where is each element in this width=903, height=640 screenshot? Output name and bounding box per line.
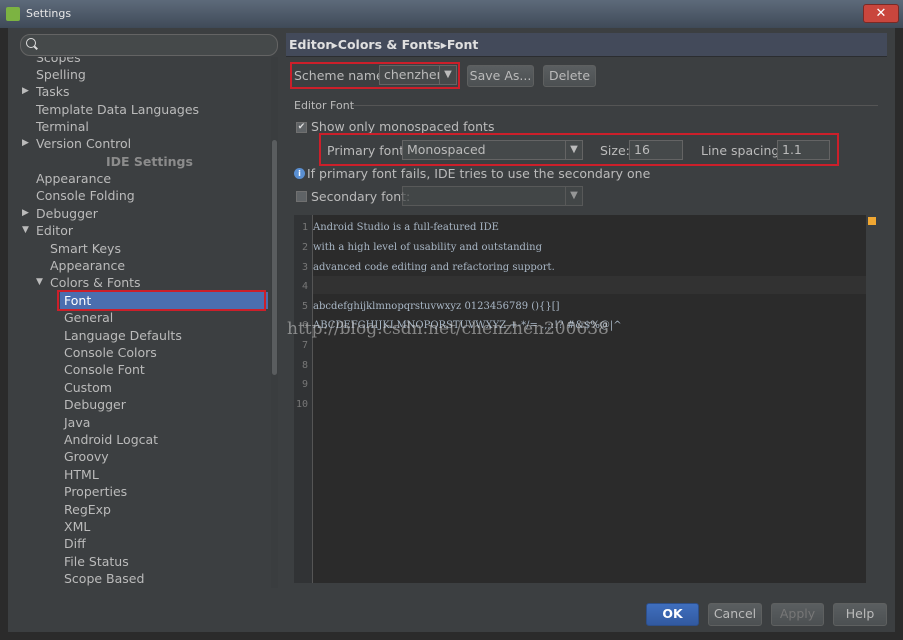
search-icon xyxy=(26,38,36,48)
monospaced-only-label: Show only monospaced fonts xyxy=(311,119,495,134)
preview-line: abcdefghijklmnopqrstuvwxyz 0123456789 ()… xyxy=(313,301,560,312)
tree-item-console-folding[interactable]: Console Folding xyxy=(36,187,135,204)
tree-item-file-status[interactable]: File Status xyxy=(64,553,129,570)
tree-item-spelling[interactable]: Spelling xyxy=(36,66,86,83)
tree-item-colors-debugger[interactable]: Debugger xyxy=(64,396,126,413)
highlight-font-item xyxy=(57,290,266,311)
tree-item-label: Debugger xyxy=(36,206,98,221)
tree-item-editor-appearance[interactable]: Appearance xyxy=(50,257,125,274)
delete-scheme-button[interactable]: Delete xyxy=(543,65,596,87)
expand-arrow-icon[interactable]: ▶ xyxy=(22,83,29,100)
breadcrumb-colors-fonts: Colors & Fonts xyxy=(337,37,441,52)
tree-item-label: Editor xyxy=(36,223,73,238)
tree-item-colors-fonts[interactable]: ▼ Colors & Fonts xyxy=(36,274,141,291)
help-button[interactable]: Help xyxy=(833,603,887,626)
tree-item-label: Tasks xyxy=(36,84,70,99)
tree-item-properties[interactable]: Properties xyxy=(64,483,127,500)
preview-line: advanced code editing and refactoring su… xyxy=(313,262,555,273)
tree-item-console-colors[interactable]: Console Colors xyxy=(64,344,157,361)
tree-item-groovy[interactable]: Groovy xyxy=(64,448,109,465)
tree-item-console-font[interactable]: Console Font xyxy=(64,361,145,378)
close-window-button[interactable]: ✕ xyxy=(863,4,899,23)
breadcrumb: Editor▸Colors & Fonts▸Font xyxy=(289,37,478,52)
tree-item-terminal[interactable]: Terminal xyxy=(36,118,89,135)
secondary-font-select[interactable]: ▼ xyxy=(402,186,583,206)
tree-item-scopes[interactable]: Scopes xyxy=(36,57,81,66)
line-number: 8 xyxy=(301,360,308,371)
preview-line: Android Studio is a full-featured IDE xyxy=(313,222,499,233)
cancel-button[interactable]: Cancel xyxy=(708,603,762,626)
tree-item-scope-based[interactable]: Scope Based xyxy=(64,570,144,587)
android-studio-icon xyxy=(6,7,20,21)
tree-item-custom[interactable]: Custom xyxy=(64,379,112,396)
tree-item-general[interactable]: General xyxy=(64,309,113,326)
tree-item-label: Colors & Fonts xyxy=(50,275,141,290)
expand-arrow-icon[interactable]: ▶ xyxy=(22,135,29,152)
caret-row-highlight xyxy=(313,276,866,294)
tree-item-regexp[interactable]: RegExp xyxy=(64,501,111,518)
secondary-font-checkbox[interactable] xyxy=(296,191,307,202)
tree-item-xml[interactable]: XML xyxy=(64,518,90,535)
tree-item-diff[interactable]: Diff xyxy=(64,535,86,552)
secondary-font-info: If primary font fails, IDE tries to use … xyxy=(307,166,651,181)
tree-item-appearance[interactable]: Appearance xyxy=(36,170,111,187)
save-as-button[interactable]: Save As... xyxy=(467,65,534,87)
line-number: 10 xyxy=(295,399,308,410)
line-number: 7 xyxy=(301,340,308,351)
breadcrumb-font: Font xyxy=(446,37,479,52)
window-title: Settings xyxy=(26,7,72,20)
tree-scrollbar-thumb[interactable] xyxy=(272,140,277,375)
expand-arrow-icon[interactable]: ▶ xyxy=(22,205,29,222)
settings-search-input[interactable] xyxy=(20,34,278,56)
tree-item-tasks[interactable]: ▶ Tasks xyxy=(22,83,70,100)
info-icon: i xyxy=(294,168,305,179)
collapse-arrow-icon[interactable]: ▼ xyxy=(36,274,43,291)
title-bar: Settings ✕ xyxy=(0,0,903,28)
collapse-arrow-icon[interactable]: ▼ xyxy=(22,222,29,239)
group-separator xyxy=(352,105,878,106)
breadcrumb-editor: Editor xyxy=(289,37,332,52)
chevron-down-icon: ▼ xyxy=(565,187,582,205)
tree-item-template-data-languages[interactable]: Template Data Languages xyxy=(36,101,199,118)
highlight-font-settings xyxy=(319,133,839,166)
tree-item-editor[interactable]: ▼ Editor xyxy=(22,222,73,239)
tree-item-label: Version Control xyxy=(36,136,132,151)
line-number: 3 xyxy=(301,262,308,273)
line-number: 1 xyxy=(301,222,308,233)
editor-font-group-title: Editor Font xyxy=(294,99,355,112)
monospaced-only-checkbox[interactable]: ✔ xyxy=(296,122,307,133)
line-number: 5 xyxy=(301,301,308,312)
tree-item-debugger[interactable]: ▶ Debugger xyxy=(22,205,98,222)
tree-item-language-defaults[interactable]: Language Defaults xyxy=(64,327,182,344)
line-number: 2 xyxy=(301,242,308,253)
highlight-scheme-name xyxy=(290,62,460,89)
ok-button[interactable]: OK xyxy=(646,603,699,626)
preview-line: with a high level of usability and outst… xyxy=(313,242,542,253)
settings-tree: Scopes Spelling ▶ Tasks Template Data Lan… xyxy=(20,57,269,588)
tree-item-android-logcat[interactable]: Android Logcat xyxy=(64,431,158,448)
tree-item-version-control[interactable]: ▶ Version Control xyxy=(22,135,132,152)
line-number: 9 xyxy=(301,379,308,390)
secondary-font-label: Secondary font: xyxy=(311,189,411,204)
tree-item-smart-keys[interactable]: Smart Keys xyxy=(50,240,121,257)
watermark-text: http://blog.csdn.net/chenzhen200638 xyxy=(287,319,609,339)
section-ide-settings: IDE Settings xyxy=(106,154,193,169)
error-stripe-marker[interactable] xyxy=(868,217,876,225)
apply-button[interactable]: Apply xyxy=(771,603,824,626)
line-number: 4 xyxy=(301,281,308,292)
tree-item-java[interactable]: Java xyxy=(64,414,90,431)
tree-item-html[interactable]: HTML xyxy=(64,466,99,483)
